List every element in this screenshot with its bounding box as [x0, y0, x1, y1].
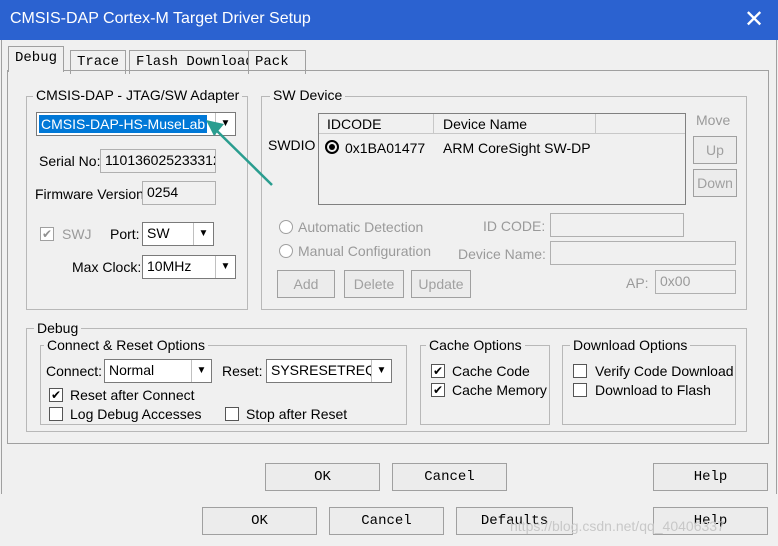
cache-options-title: Cache Options: [426, 337, 525, 353]
add-button[interactable]: Add: [277, 270, 335, 298]
device-name-field[interactable]: [550, 241, 736, 265]
max-clock-label: Max Clock:: [72, 259, 142, 275]
watermark: https://blog.csdn.net/qq_40406337: [510, 518, 725, 534]
col-idcode: IDCODE: [327, 116, 382, 132]
parent-ok-button[interactable]: OK: [202, 507, 317, 535]
arrow-shaft: [213, 127, 273, 186]
serial-label: Serial No:: [39, 153, 101, 169]
column-divider: [595, 114, 596, 134]
debug-group-title: Debug: [34, 320, 82, 336]
chevron-down-icon[interactable]: ▼: [191, 360, 211, 382]
annotation-arrow: [206, 120, 273, 186]
sw-device-table[interactable]: IDCODE Device Name 0x1BA01477 ARM CoreSi…: [318, 113, 686, 205]
adapter-group-title: CMSIS-DAP - JTAG/SW Adapter: [33, 87, 243, 103]
download-to-flash-checkbox[interactable]: [573, 383, 587, 397]
id-code-label: ID CODE:: [483, 218, 546, 234]
device-name-label: Device Name:: [458, 246, 546, 262]
tab-label: Flash Download: [136, 54, 254, 70]
firmware-label: Firmware Version:: [35, 186, 148, 202]
radio-selected-icon: [325, 140, 339, 154]
swj-checkbox[interactable]: ✔: [40, 227, 54, 241]
column-divider: [433, 114, 434, 134]
reset-after-connect-checkbox[interactable]: ✔: [49, 388, 63, 402]
connect-label: Connect:: [46, 363, 103, 379]
tab-label: Trace: [77, 54, 120, 70]
manual-config-radio[interactable]: [279, 244, 293, 258]
connect-reset-title: Connect & Reset Options: [44, 337, 208, 353]
sw-device-group-title: SW Device: [270, 87, 346, 103]
chevron-down-icon[interactable]: ▼: [371, 360, 391, 382]
window-title: CMSIS-DAP Cortex-M Target Driver Setup: [10, 10, 311, 27]
move-label: Move: [696, 112, 731, 128]
serial-field[interactable]: 110136025233312: [100, 149, 216, 173]
id-code-field[interactable]: [550, 213, 684, 237]
verify-code-download-checkbox[interactable]: [573, 364, 587, 378]
tab-debug[interactable]: Debug: [8, 46, 65, 72]
log-debug-accesses-label: Log Debug Accesses: [70, 406, 202, 422]
cache-code-checkbox[interactable]: ✔: [431, 364, 445, 378]
down-button[interactable]: Down: [693, 169, 737, 197]
cache-memory-label: Cache Memory: [452, 382, 547, 398]
reset-after-connect-label: Reset after Connect: [70, 387, 195, 403]
cache-memory-checkbox[interactable]: ✔: [431, 383, 445, 397]
tab-label: Debug: [15, 50, 58, 66]
cancel-button[interactable]: Cancel: [392, 463, 507, 491]
chevron-down-icon[interactable]: ▼: [193, 223, 213, 245]
port-label: Port:: [110, 226, 140, 242]
log-debug-accesses-checkbox[interactable]: [49, 407, 63, 421]
download-to-flash-label: Download to Flash: [595, 382, 711, 398]
manual-config-label: Manual Configuration: [298, 243, 432, 259]
tab-label: Pack: [255, 54, 289, 70]
adapter-selected-value: CMSIS-DAP-HS-MuseLab: [39, 115, 208, 133]
help-button[interactable]: Help: [653, 463, 768, 491]
delete-button[interactable]: Delete: [344, 270, 404, 298]
ok-button[interactable]: OK: [265, 463, 380, 491]
download-options-title: Download Options: [570, 337, 691, 353]
row-idcode: 0x1BA01477: [345, 140, 426, 156]
stop-after-reset-checkbox[interactable]: [225, 407, 239, 421]
up-button[interactable]: Up: [693, 136, 737, 164]
update-button[interactable]: Update: [411, 270, 471, 298]
reset-label: Reset:: [222, 363, 263, 379]
stop-after-reset-label: Stop after Reset: [246, 406, 348, 422]
verify-code-download-label: Verify Code Download: [595, 363, 734, 379]
swj-label: SWJ: [62, 226, 92, 242]
chevron-down-icon[interactable]: ▼: [215, 256, 235, 278]
row-device-name: ARM CoreSight SW-DP: [443, 140, 591, 156]
cache-code-label: Cache Code: [452, 363, 530, 379]
ap-label: AP:: [626, 275, 649, 291]
col-device-name: Device Name: [443, 116, 528, 132]
parent-cancel-button[interactable]: Cancel: [329, 507, 444, 535]
ap-field[interactable]: 0x00: [655, 270, 736, 294]
auto-detect-label: Automatic Detection: [298, 219, 424, 235]
auto-detect-radio[interactable]: [279, 220, 293, 234]
close-icon[interactable]: ✕: [738, 4, 770, 36]
